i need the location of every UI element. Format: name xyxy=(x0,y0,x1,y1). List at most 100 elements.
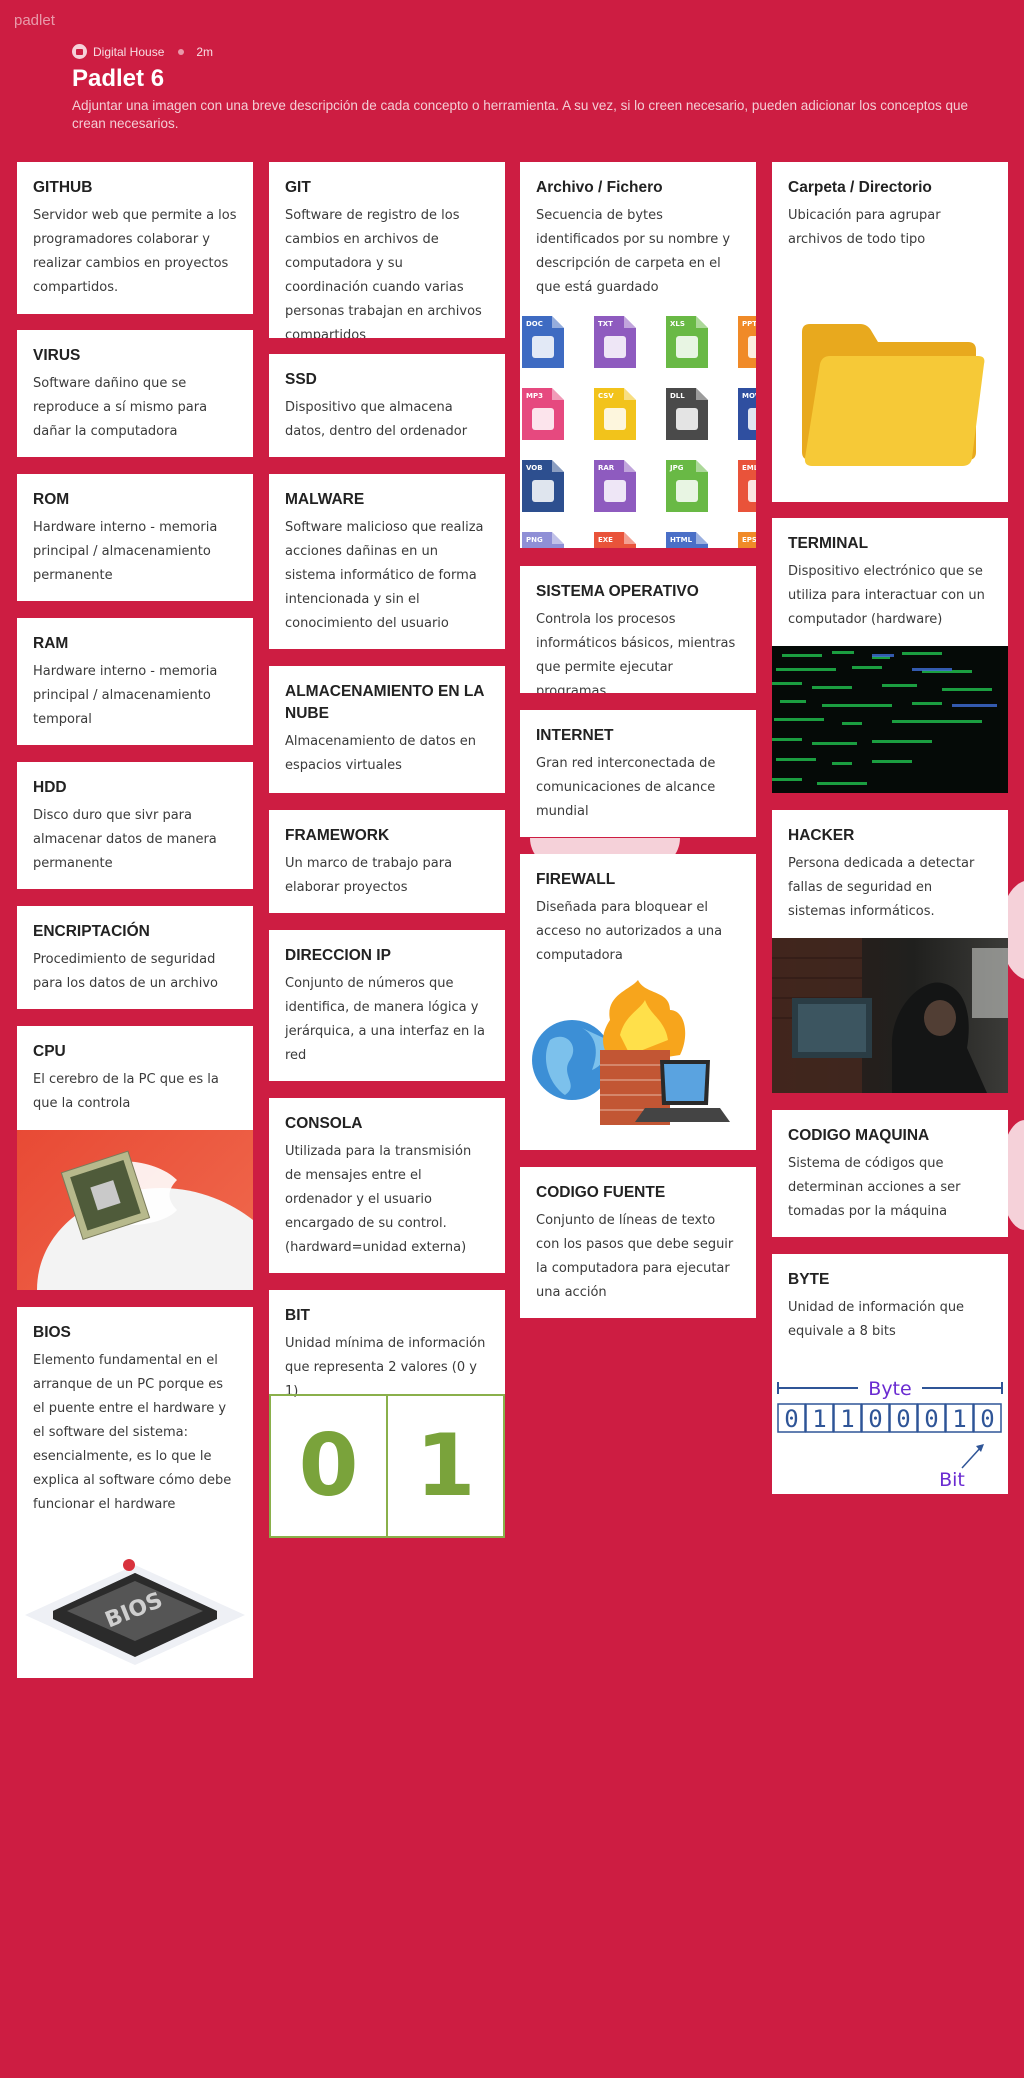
post-card-almacenamiento[interactable]: ALMACENAMIENTO EN LA NUBE Almacenamiento… xyxy=(269,666,505,793)
post-title: BYTE xyxy=(788,1271,830,1288)
file-icon-label: TXT xyxy=(598,320,613,328)
post-card-hacker[interactable]: HACKER Persona dedicada a detectar falla… xyxy=(772,810,1008,1093)
post-title: TERMINAL xyxy=(788,535,869,552)
terminal-image[interactable] xyxy=(772,646,1008,793)
file-icon-png: PNG xyxy=(522,532,564,548)
post-card-ssd[interactable]: SSD Dispositivo que almacena datos, dent… xyxy=(269,354,505,457)
post-card-internet[interactable]: INTERNET Gran red interconectada de comu… xyxy=(520,710,756,837)
author-name[interactable]: Digital House xyxy=(93,45,164,59)
post-body: Unidad de información que equivale a 8 b… xyxy=(788,1300,965,1339)
post-body: Utilizada para la transmisión de mensaje… xyxy=(285,1144,472,1255)
post-card-bios[interactable]: BIOS Elemento fundamental en el arranque… xyxy=(17,1307,253,1678)
folder-image[interactable] xyxy=(772,292,1008,502)
byte-diagram[interactable]: Byte 01100010 Bit xyxy=(772,1374,1008,1494)
post-body: Dispositivo que almacena datos, dentro d… xyxy=(285,400,468,439)
post-body: Procedimiento de seguridad para los dato… xyxy=(33,952,218,991)
post-title: FIREWALL xyxy=(536,871,616,888)
post-card-ram[interactable]: RAM Hardware interno - memoria principal… xyxy=(17,618,253,745)
board-meta: Digital House 2m xyxy=(72,44,982,59)
post-body: Conjunto de líneas de texto con los paso… xyxy=(536,1213,734,1300)
post-card-bit[interactable]: BIT Unidad mínima de información que rep… xyxy=(269,1290,505,1538)
board-title: Padlet 6 xyxy=(72,65,165,92)
post-card-codigo-maquina[interactable]: CODIGO MAQUINA Sistema de códigos que de… xyxy=(772,1110,1008,1237)
post-body: Elemento fundamental en el arranque de u… xyxy=(33,1353,232,1512)
post-card-github[interactable]: GITHUB Servidor web que permite a los pr… xyxy=(17,162,253,314)
post-body: Conjunto de números que identifica, de m… xyxy=(285,976,485,1063)
file-icon-label: EPS xyxy=(742,536,756,544)
board-description: Adjuntar una imagen con una breve descri… xyxy=(72,98,969,131)
post-card-hdd[interactable]: HDD Disco duro que sivr para almacenar d… xyxy=(17,762,253,889)
bios-chip-image[interactable]: BIOS xyxy=(17,1543,253,1678)
post-body: Hardware interno - memoria principal / a… xyxy=(33,664,218,727)
post-body: Un marco de trabajo para elaborar proyec… xyxy=(285,856,453,895)
post-card-git[interactable]: GIT Software de registro de los cambios … xyxy=(269,162,505,338)
file-icon-label: PPT xyxy=(742,320,756,328)
post-body: Sistema de códigos que determinan accion… xyxy=(788,1156,961,1219)
file-icon-label: PNG xyxy=(526,536,543,544)
post-body: Diseñada para bloquear el acceso no auto… xyxy=(536,900,723,963)
post-title: BIOS xyxy=(33,1324,71,1341)
post-card-sistema-operativo[interactable]: SISTEMA OPERATIVO Controla los procesos … xyxy=(520,566,756,693)
post-title: GIT xyxy=(285,179,311,196)
byte-label: Byte xyxy=(868,1378,911,1400)
post-title: HACKER xyxy=(788,827,855,844)
post-title: ENCRIPTACIÓN xyxy=(33,923,150,940)
post-title: ROM xyxy=(33,491,70,508)
post-card-encriptacion[interactable]: ENCRIPTACIÓN Procedimiento de seguridad … xyxy=(17,906,253,1009)
post-card-firewall[interactable]: FIREWALL Diseñada para bloquear el acces… xyxy=(520,854,756,1150)
file-icon-label: RAR xyxy=(598,464,615,472)
post-body: Software de registro de los cambios en a… xyxy=(285,208,482,338)
file-icon-label: DLL xyxy=(670,392,685,400)
post-body: Secuencia de bytes identificados por su … xyxy=(536,208,731,295)
post-card-byte[interactable]: BYTE Unidad de información que equivale … xyxy=(772,1254,1008,1494)
firewall-image[interactable] xyxy=(520,980,756,1150)
post-body: Disco duro que sivr para almacenar datos… xyxy=(33,808,217,871)
post-card-terminal[interactable]: TERMINAL Dispositivo electrónico que se … xyxy=(772,518,1008,793)
post-body: Dispositivo electrónico que se utiliza p… xyxy=(788,564,985,627)
post-card-framework[interactable]: FRAMEWORK Un marco de trabajo para elabo… xyxy=(269,810,505,913)
post-body: Almacenamiento de datos en espacios virt… xyxy=(285,734,476,773)
post-body: Servidor web que permite a los programad… xyxy=(33,208,237,295)
bit-digit-one: 1 xyxy=(387,1394,505,1538)
file-icon-label: DOC xyxy=(526,320,543,328)
file-icons-image[interactable]: DOC TXT XLS PPT MP3 CSV DLL MOV VOB RAR JPG EML PNG E… xyxy=(520,312,756,548)
file-icon-label: CSV xyxy=(598,392,614,400)
file-icon-eml: EML xyxy=(738,460,756,512)
post-card-direccion-ip[interactable]: DIRECCION IP Conjunto de números que ide… xyxy=(269,930,505,1081)
file-icon-exe: EXE xyxy=(594,532,636,548)
file-icon-jpg: JPG xyxy=(666,460,708,512)
file-icon-xls: XLS xyxy=(666,316,708,368)
byte-bit-value: 1 xyxy=(812,1405,826,1433)
post-card-virus[interactable]: VIRUS Software dañino que se reproduce a… xyxy=(17,330,253,457)
post-title: VIRUS xyxy=(33,347,81,364)
byte-bit-value: 0 xyxy=(896,1405,910,1433)
post-card-rom[interactable]: ROM Hardware interno - memoria principal… xyxy=(17,474,253,601)
post-body: Gran red interconectada de comunicacione… xyxy=(536,756,716,819)
cpu-image[interactable] xyxy=(17,1130,253,1290)
author-avatar[interactable] xyxy=(72,44,87,59)
post-card-malware[interactable]: MALWARE Software malicioso que realiza a… xyxy=(269,474,505,649)
post-body: Persona dedicada a detectar fallas de se… xyxy=(788,856,975,919)
post-card-consola[interactable]: CONSOLA Utilizada para la transmisión de… xyxy=(269,1098,505,1273)
post-card-cpu[interactable]: CPU El cerebro de la PC que es la que la… xyxy=(17,1026,253,1290)
file-icon-label: MOV xyxy=(742,392,756,400)
bit-label: Bit xyxy=(939,1469,965,1491)
byte-bit-value: 1 xyxy=(952,1405,966,1433)
hacker-image[interactable] xyxy=(772,938,1008,1093)
post-card-carpeta[interactable]: Carpeta / Directorio Ubicación para agru… xyxy=(772,162,1008,502)
bit-digit-zero: 0 xyxy=(269,1394,387,1538)
post-card-archivo[interactable]: Archivo / Fichero Secuencia de bytes ide… xyxy=(520,162,756,548)
file-icon-csv: CSV xyxy=(594,388,636,440)
file-icon-ppt: PPT xyxy=(738,316,756,368)
post-title: CPU xyxy=(33,1043,66,1060)
file-icon-rar: RAR xyxy=(594,460,636,512)
bit-image[interactable]: 0 1 xyxy=(269,1394,505,1538)
file-icon-label: VOB xyxy=(526,464,543,472)
file-icon-label: HTML xyxy=(670,536,693,544)
post-card-codigo-fuente[interactable]: CODIGO FUENTE Conjunto de líneas de text… xyxy=(520,1167,756,1318)
post-body: Software malicioso que realiza acciones … xyxy=(285,520,484,631)
timestamp: 2m xyxy=(196,44,214,59)
padlet-logo-text[interactable]: padlet xyxy=(14,12,55,29)
post-title: SISTEMA OPERATIVO xyxy=(536,583,699,600)
byte-bit-value: 0 xyxy=(784,1405,798,1433)
